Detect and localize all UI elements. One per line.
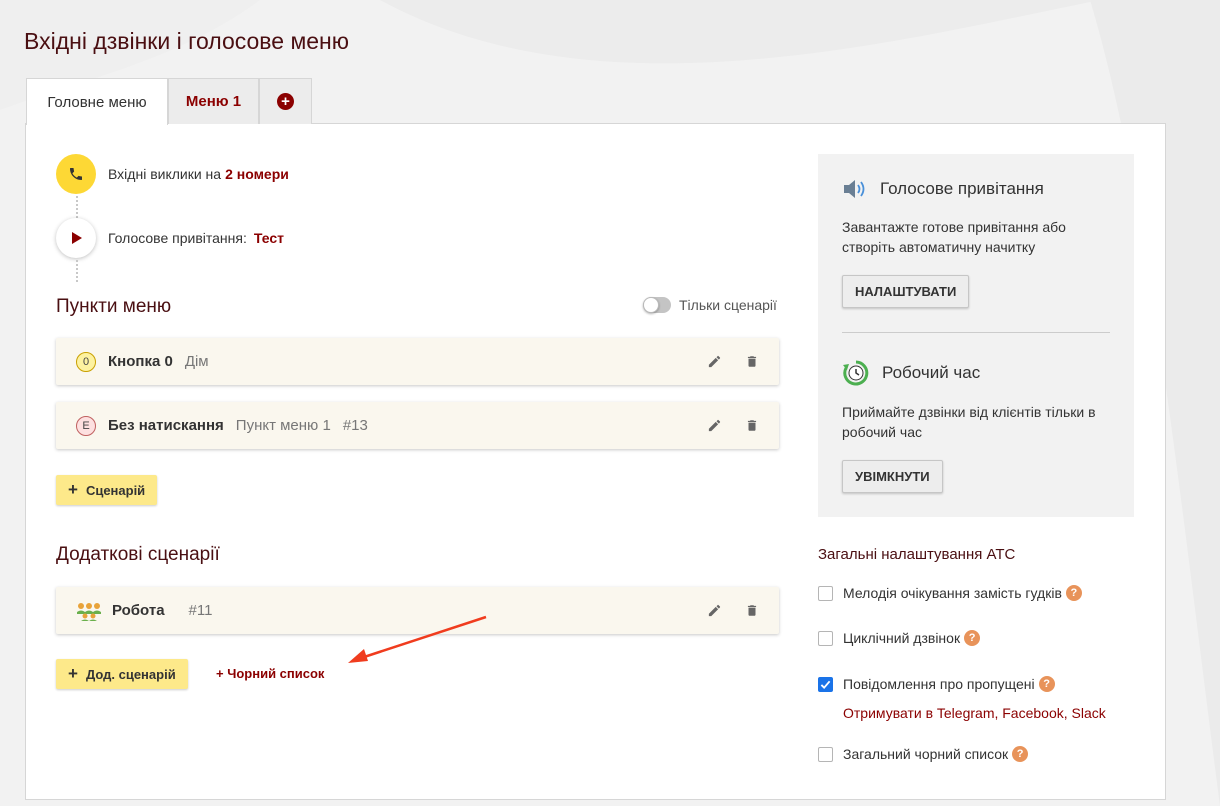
play-icon[interactable] [56,218,96,258]
menu-item-name: Кнопка 0 [108,353,173,370]
plus-icon: + [68,664,78,683]
tab-label: Головне меню [47,93,147,111]
add-extra-scenario-label: Дод. сценарій [85,666,176,682]
menu-item-row[interactable]: E Без натискання Пункт меню 1 #13 [56,402,779,449]
toggle-knob [643,297,659,313]
trash-icon[interactable] [743,416,761,434]
incoming-calls-step: Вхідні виклики на 2 номери [56,154,289,194]
hold-music-checkbox[interactable] [818,585,833,601]
setting-missed-notifications[interactable]: Повідомлення про пропущені ? [818,676,1055,692]
pbx-settings-title: Загальні налаштування АТС [818,546,1016,563]
incoming-calls-label: Вхідні виклики на [108,166,222,182]
scenarios-only-toggle[interactable]: Тільки сценарії [643,297,777,313]
enable-work-time-button[interactable]: УВІМКНУТИ [842,460,943,493]
work-time-section-text: Приймайте дзвінки від клієнтів тільки в … [842,404,1096,440]
greeting-step: Голосове привітання: Тест [56,218,284,258]
greeting-value-link[interactable]: Тест [254,230,284,246]
setting-label: Загальний чорний список [843,746,1009,762]
toggle-track[interactable] [643,297,671,313]
incoming-numbers-link[interactable]: 2 номери [225,166,289,182]
side-info-box: Голосове привітання Завантажте готове пр… [818,154,1134,517]
edit-icon[interactable] [705,601,723,619]
add-scenario-label: Сценарій [85,482,146,498]
tab-label: Меню 1 [185,93,242,110]
help-icon[interactable]: ? [1065,585,1082,601]
key-badge: E [76,415,96,436]
setting-global-blacklist[interactable]: Загальний чорний список ? [818,746,1029,762]
greeting-section-head: Голосове привітання [842,178,1044,200]
page-title: Вхідні дзвінки і голосове меню [24,28,349,54]
help-icon[interactable]: ? [1012,746,1029,762]
menu-items-title: Пункти меню [56,296,172,317]
extra-scenarios-title: Додаткові сценарії [56,544,220,565]
team-icon [76,601,102,621]
setting-label: Циклічний дзвінок [843,630,961,646]
help-icon[interactable]: ? [1038,676,1055,692]
clock-icon [842,359,870,387]
greeting-section-title: Голосове привітання [880,179,1044,198]
help-icon[interactable]: ? [964,630,981,646]
speaker-icon [842,178,868,200]
work-time-section-head: Робочий час [842,359,980,387]
annotation-arrow [348,615,487,663]
scenario-name: Робота [112,602,165,619]
menu-item-target: Пункт меню 1 [235,417,331,434]
configure-greeting-button[interactable]: НАЛАШТУВАТИ [842,275,970,308]
blacklist-link[interactable]: + Чорний список [216,666,324,681]
key-badge: 0 [76,351,96,372]
setting-label: Повідомлення про пропущені [843,676,1035,692]
check-icon [820,680,831,689]
divider [842,332,1110,333]
menu-item-row[interactable]: 0 Кнопка 0 Дім [56,338,779,385]
scenario-id: #11 [188,602,213,619]
tab-add[interactable]: + [259,78,312,124]
work-time-section-title: Робочий час [882,363,981,382]
cyclic-call-checkbox[interactable] [818,630,833,646]
setting-label: Мелодія очікування замість гудків [843,585,1062,601]
main-panel: Вхідні виклики на 2 номери Голосове прив… [25,123,1166,800]
tab-menu-1[interactable]: Меню 1 [168,78,259,124]
edit-icon[interactable] [705,416,723,434]
edit-icon[interactable] [705,352,723,370]
greeting-label: Голосове привітання: [108,230,247,246]
menu-item-name: Без натискання [108,417,224,434]
plus-icon: + [68,480,78,499]
setting-hold-music[interactable]: Мелодія очікування замість гудків ? [818,585,1082,601]
messenger-link[interactable]: Отримувати в Telegram, Facebook, Slack [843,705,1106,721]
add-tab-icon: + [277,93,294,110]
add-scenario-button[interactable]: + Сценарій [56,475,158,505]
missed-notifications-checkbox[interactable] [818,676,833,692]
global-blacklist-checkbox[interactable] [818,746,833,762]
trash-icon[interactable] [743,352,761,370]
menu-item-target: Дім [184,353,209,370]
phone-icon [56,154,96,194]
tab-bar: Головне меню Меню 1 + [26,78,312,125]
greeting-section-text: Завантажте готове привітання або створіт… [842,219,1066,255]
trash-icon[interactable] [743,601,761,619]
flow-connector [76,260,78,282]
toggle-label: Тільки сценарії [679,297,777,313]
setting-cyclic-call[interactable]: Циклічний дзвінок ? [818,630,981,646]
tab-main-menu[interactable]: Головне меню [26,78,168,125]
add-extra-scenario-button[interactable]: + Дод. сценарій [56,659,188,689]
flow-connector [76,196,78,218]
menu-item-id: #13 [342,417,368,434]
